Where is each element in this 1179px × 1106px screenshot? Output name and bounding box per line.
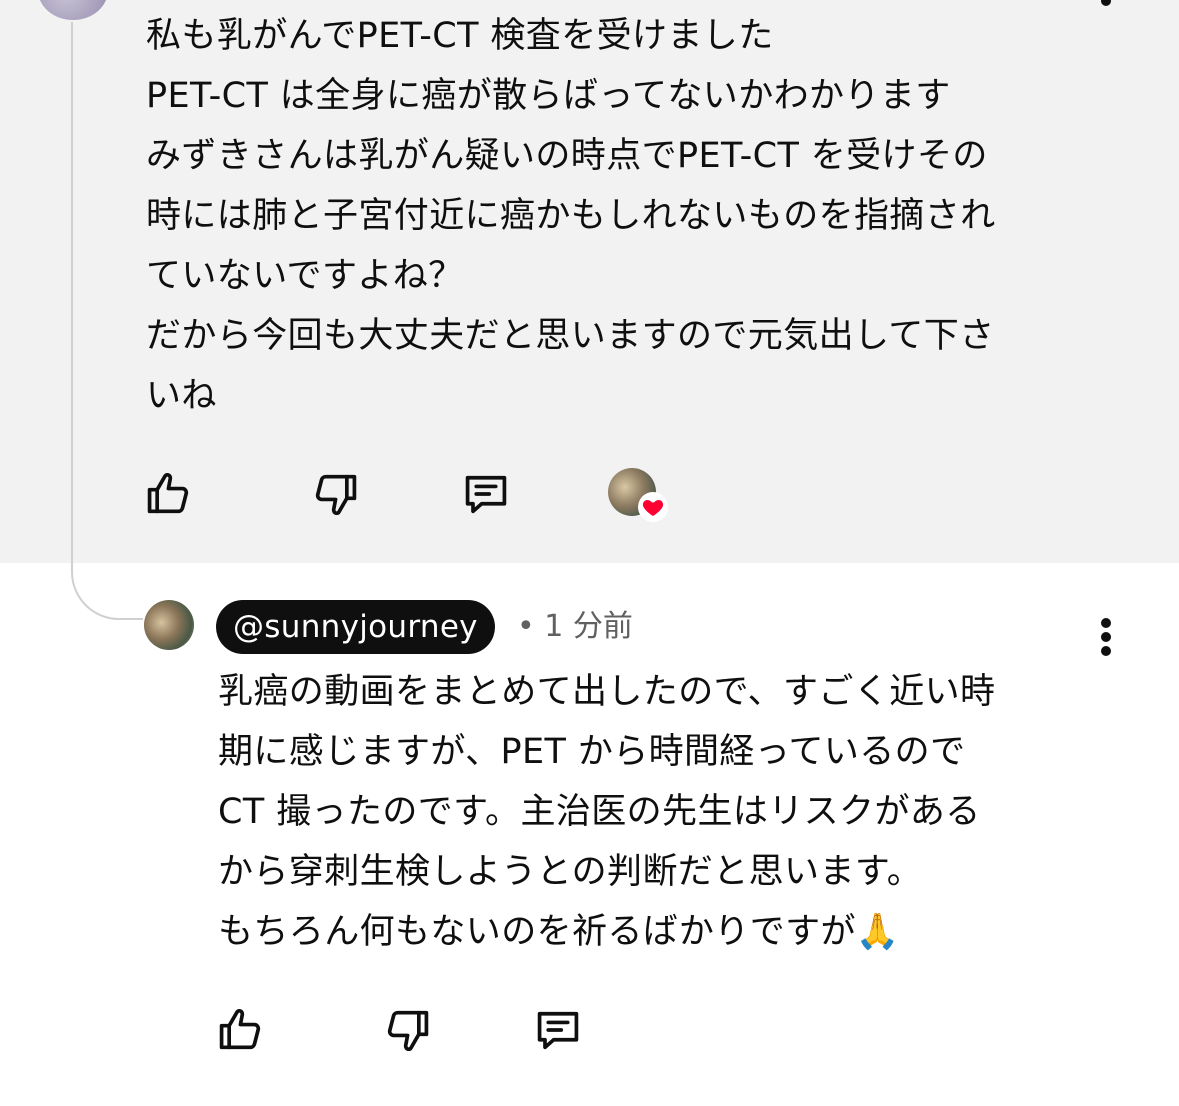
commenter-avatar[interactable] (38, 0, 108, 20)
comment-line: ていないですよね？ (146, 256, 464, 296)
dislike-button[interactable] (310, 468, 362, 520)
reply-reply-button[interactable] (532, 1004, 584, 1056)
like-button[interactable] (142, 468, 194, 520)
author-handle-chip[interactable]: @sunnyjourney (216, 600, 495, 654)
reply-line: から穿刺生検しようとの判断だと思います。 (218, 852, 923, 892)
more-options-button[interactable] (1086, 612, 1126, 662)
thread-line (71, 22, 73, 570)
reply-meta: • 1 分前 (517, 606, 633, 648)
comment-line: 私も乳がんでPET-CT 検査を受けました (146, 16, 774, 56)
reply-body: 乳癌の動画をまとめて出したので、すごく近い時 期に感じますが、PET から時間経… (218, 662, 1118, 962)
reply-like-button[interactable] (214, 1004, 266, 1056)
highlighted-comment: 私も乳がんでPET-CT 検査を受けました PET-CT は全身に癌が散らばって… (0, 0, 1179, 563)
reply-author-avatar[interactable] (144, 600, 194, 650)
creator-heart (608, 468, 668, 524)
reply-line: 期に感じますが、PET から時間経っているので (218, 732, 966, 772)
reply-dislike-button[interactable] (382, 1004, 434, 1056)
thumbs-down-icon (387, 1010, 429, 1052)
reply-timestamp: 1 分前 (544, 609, 633, 644)
meta-separator: • (517, 609, 535, 644)
reply-comment-icon (465, 475, 507, 514)
comment-line: PET-CT は全身に癌が散らばってないかわかります (146, 76, 951, 116)
comment-body: 私も乳がんでPET-CT 検査を受けました PET-CT は全身に癌が散らばって… (146, 6, 1106, 426)
reply-comment-icon (537, 1011, 579, 1050)
comment-line: 時には肺と子宮付近に癌かもしれないものを指摘され (146, 196, 996, 236)
comment-line: いね (146, 376, 217, 416)
thumbs-up-icon (219, 1008, 261, 1050)
comments-page: 私も乳がんでPET-CT 検査を受けました PET-CT は全身に癌が散らばって… (0, 0, 1179, 1106)
reply-line: 乳癌の動画をまとめて出したので、すごく近い時 (218, 672, 996, 712)
reply-line: もちろん何もないのを祈るばかりですが🙏 (218, 912, 900, 952)
reply-button[interactable] (460, 468, 512, 520)
more-vertical-icon (1101, 618, 1111, 628)
more-vertical-icon (1101, 646, 1111, 656)
thread-connector (71, 560, 143, 620)
comment-line: みずきさんは乳がん疑いの時点でPET-CT を受けその (146, 136, 988, 176)
more-vertical-icon (1101, 632, 1111, 642)
comment-line: だから今回も大丈夫だと思いますので元気出して下さ (146, 316, 995, 356)
thumbs-up-icon (147, 472, 189, 514)
thumbs-down-icon (315, 474, 357, 516)
reply-line: CT 撮ったのです。主治医の先生はリスクがある (218, 792, 981, 832)
creator-heart-icon (638, 492, 668, 522)
